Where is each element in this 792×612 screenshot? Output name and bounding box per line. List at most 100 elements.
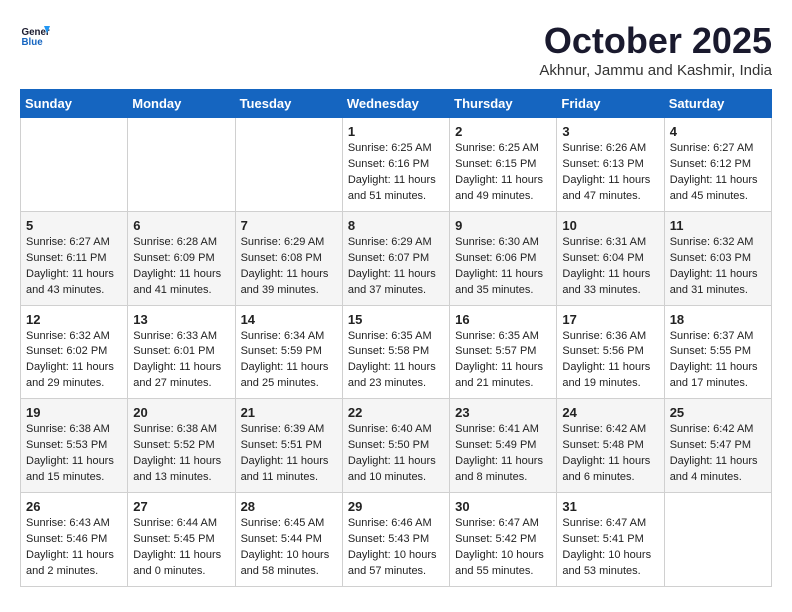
sunrise-text: Sunrise: 6:42 AM (562, 423, 646, 435)
daylight-text: Daylight: 11 hours and 41 minutes. (133, 268, 221, 296)
sunrise-text: Sunrise: 6:37 AM (670, 330, 754, 342)
month-title: October 2025 (539, 20, 772, 62)
sunset-text: Sunset: 5:50 PM (348, 439, 429, 451)
day-number: 7 (241, 218, 337, 233)
sunset-text: Sunset: 5:57 PM (455, 345, 536, 357)
sunrise-text: Sunrise: 6:38 AM (133, 423, 217, 435)
day-number: 28 (241, 499, 337, 514)
calendar-cell: 21Sunrise: 6:39 AMSunset: 5:51 PMDayligh… (235, 399, 342, 493)
calendar-cell: 31Sunrise: 6:47 AMSunset: 5:41 PMDayligh… (557, 493, 664, 587)
header-day: Wednesday (342, 90, 449, 118)
calendar-cell: 16Sunrise: 6:35 AMSunset: 5:57 PMDayligh… (450, 305, 557, 399)
header-row: SundayMondayTuesdayWednesdayThursdayFrid… (21, 90, 772, 118)
calendar-cell: 5Sunrise: 6:27 AMSunset: 6:11 PMDaylight… (21, 211, 128, 305)
daylight-text: Daylight: 11 hours and 33 minutes. (562, 268, 650, 296)
day-number: 31 (562, 499, 658, 514)
sunset-text: Sunset: 5:43 PM (348, 533, 429, 545)
header-day: Sunday (21, 90, 128, 118)
sunset-text: Sunset: 6:06 PM (455, 252, 536, 264)
sunset-text: Sunset: 5:59 PM (241, 345, 322, 357)
day-number: 4 (670, 124, 766, 139)
daylight-text: Daylight: 11 hours and 47 minutes. (562, 174, 650, 202)
sunset-text: Sunset: 5:44 PM (241, 533, 322, 545)
sunset-text: Sunset: 6:04 PM (562, 252, 643, 264)
sunrise-text: Sunrise: 6:44 AM (133, 517, 217, 529)
day-number: 15 (348, 312, 444, 327)
header-day: Thursday (450, 90, 557, 118)
daylight-text: Daylight: 11 hours and 0 minutes. (133, 549, 221, 577)
title-block: October 2025 Akhnur, Jammu and Kashmir, … (539, 20, 772, 79)
daylight-text: Daylight: 11 hours and 31 minutes. (670, 268, 758, 296)
day-number: 21 (241, 405, 337, 420)
day-number: 2 (455, 124, 551, 139)
sunrise-text: Sunrise: 6:30 AM (455, 236, 539, 248)
daylight-text: Daylight: 11 hours and 4 minutes. (670, 455, 758, 483)
sunset-text: Sunset: 6:01 PM (133, 345, 214, 357)
calendar-cell: 8Sunrise: 6:29 AMSunset: 6:07 PMDaylight… (342, 211, 449, 305)
calendar-cell: 17Sunrise: 6:36 AMSunset: 5:56 PMDayligh… (557, 305, 664, 399)
day-number: 26 (26, 499, 122, 514)
sunrise-text: Sunrise: 6:46 AM (348, 517, 432, 529)
day-number: 1 (348, 124, 444, 139)
sunrise-text: Sunrise: 6:35 AM (455, 330, 539, 342)
sunrise-text: Sunrise: 6:34 AM (241, 330, 325, 342)
day-number: 14 (241, 312, 337, 327)
sunset-text: Sunset: 5:55 PM (670, 345, 751, 357)
calendar-cell: 29Sunrise: 6:46 AMSunset: 5:43 PMDayligh… (342, 493, 449, 587)
sunrise-text: Sunrise: 6:41 AM (455, 423, 539, 435)
daylight-text: Daylight: 11 hours and 6 minutes. (562, 455, 650, 483)
daylight-text: Daylight: 11 hours and 51 minutes. (348, 174, 436, 202)
sunset-text: Sunset: 6:12 PM (670, 158, 751, 170)
sunset-text: Sunset: 5:45 PM (133, 533, 214, 545)
calendar-week: 1Sunrise: 6:25 AMSunset: 6:16 PMDaylight… (21, 118, 772, 212)
daylight-text: Daylight: 11 hours and 37 minutes. (348, 268, 436, 296)
day-number: 24 (562, 405, 658, 420)
daylight-text: Daylight: 11 hours and 45 minutes. (670, 174, 758, 202)
calendar-cell: 10Sunrise: 6:31 AMSunset: 6:04 PMDayligh… (557, 211, 664, 305)
daylight-text: Daylight: 11 hours and 23 minutes. (348, 361, 436, 389)
sunset-text: Sunset: 5:58 PM (348, 345, 429, 357)
day-number: 12 (26, 312, 122, 327)
calendar-cell: 24Sunrise: 6:42 AMSunset: 5:48 PMDayligh… (557, 399, 664, 493)
header-day: Monday (128, 90, 235, 118)
daylight-text: Daylight: 11 hours and 19 minutes. (562, 361, 650, 389)
sunset-text: Sunset: 6:03 PM (670, 252, 751, 264)
sunrise-text: Sunrise: 6:42 AM (670, 423, 754, 435)
sunrise-text: Sunrise: 6:36 AM (562, 330, 646, 342)
logo: General Blue (20, 20, 50, 50)
daylight-text: Daylight: 11 hours and 13 minutes. (133, 455, 221, 483)
sunrise-text: Sunrise: 6:33 AM (133, 330, 217, 342)
day-number: 5 (26, 218, 122, 233)
daylight-text: Daylight: 11 hours and 43 minutes. (26, 268, 114, 296)
daylight-text: Daylight: 11 hours and 21 minutes. (455, 361, 543, 389)
daylight-text: Daylight: 11 hours and 29 minutes. (26, 361, 114, 389)
header-day: Tuesday (235, 90, 342, 118)
calendar-week: 5Sunrise: 6:27 AMSunset: 6:11 PMDaylight… (21, 211, 772, 305)
calendar-cell: 4Sunrise: 6:27 AMSunset: 6:12 PMDaylight… (664, 118, 771, 212)
daylight-text: Daylight: 11 hours and 11 minutes. (241, 455, 329, 483)
daylight-text: Daylight: 11 hours and 17 minutes. (670, 361, 758, 389)
calendar-cell: 25Sunrise: 6:42 AMSunset: 5:47 PMDayligh… (664, 399, 771, 493)
header-day: Friday (557, 90, 664, 118)
sunset-text: Sunset: 5:42 PM (455, 533, 536, 545)
day-number: 11 (670, 218, 766, 233)
sunset-text: Sunset: 5:53 PM (26, 439, 107, 451)
calendar-week: 26Sunrise: 6:43 AMSunset: 5:46 PMDayligh… (21, 493, 772, 587)
calendar-week: 12Sunrise: 6:32 AMSunset: 6:02 PMDayligh… (21, 305, 772, 399)
calendar-cell: 6Sunrise: 6:28 AMSunset: 6:09 PMDaylight… (128, 211, 235, 305)
calendar-cell: 1Sunrise: 6:25 AMSunset: 6:16 PMDaylight… (342, 118, 449, 212)
day-number: 8 (348, 218, 444, 233)
sunrise-text: Sunrise: 6:39 AM (241, 423, 325, 435)
calendar-cell: 3Sunrise: 6:26 AMSunset: 6:13 PMDaylight… (557, 118, 664, 212)
sunset-text: Sunset: 5:41 PM (562, 533, 643, 545)
calendar-table: SundayMondayTuesdayWednesdayThursdayFrid… (20, 89, 772, 587)
day-number: 23 (455, 405, 551, 420)
sunset-text: Sunset: 5:56 PM (562, 345, 643, 357)
sunset-text: Sunset: 5:52 PM (133, 439, 214, 451)
sunset-text: Sunset: 6:09 PM (133, 252, 214, 264)
calendar-cell: 30Sunrise: 6:47 AMSunset: 5:42 PMDayligh… (450, 493, 557, 587)
sunrise-text: Sunrise: 6:40 AM (348, 423, 432, 435)
day-number: 13 (133, 312, 229, 327)
daylight-text: Daylight: 10 hours and 55 minutes. (455, 549, 544, 577)
daylight-text: Daylight: 10 hours and 57 minutes. (348, 549, 437, 577)
